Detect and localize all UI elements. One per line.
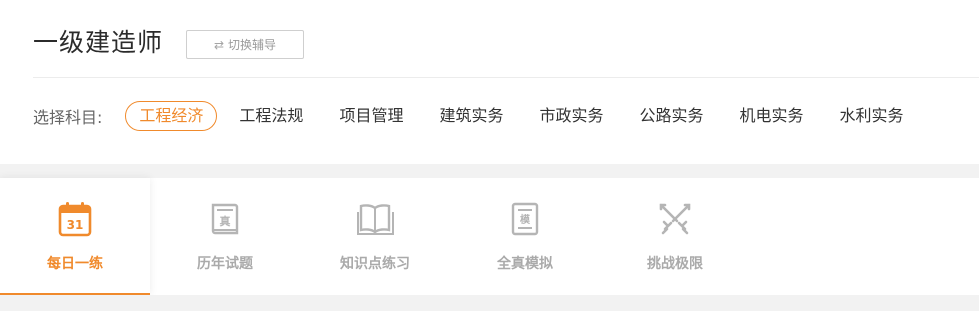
subject-selector-label: 选择科目:	[33, 108, 103, 127]
tab-mock-exam[interactable]: 模 全真模拟	[450, 178, 600, 295]
crossed-swords-icon	[655, 199, 695, 239]
tab-label: 挑战极限	[647, 256, 703, 272]
subject-tab-highway-practice[interactable]: 公路实务	[625, 101, 717, 131]
tab-label: 知识点练习	[340, 256, 410, 272]
open-book-icon	[355, 199, 395, 239]
tab-daily-practice[interactable]: 31 每日一练	[0, 178, 150, 295]
tab-label: 全真模拟	[497, 256, 553, 272]
tab-knowledge-practice[interactable]: 知识点练习	[300, 178, 450, 295]
swap-icon: ⇄	[213, 37, 225, 52]
page-title: 一级建造师	[33, 28, 164, 57]
tab-challenge[interactable]: 挑战极限	[600, 178, 750, 295]
subject-tab-electromechanical-practice[interactable]: 机电实务	[726, 101, 818, 131]
switch-course-button[interactable]: ⇄ 切换辅导	[186, 30, 304, 59]
subject-selector: 选择科目: 工程经济 工程法规 项目管理 建筑实务 市政实务 公路实务 机电实务…	[33, 100, 926, 132]
subject-tab-engineering-regulations[interactable]: 工程法规	[225, 101, 317, 131]
subject-tab-project-management[interactable]: 项目管理	[325, 101, 417, 131]
subject-tab-engineering-economics[interactable]: 工程经济	[125, 101, 218, 131]
course-header-card: 一级建造师 ⇄ 切换辅导 选择科目: 工程经济 工程法规 项目管理 建筑实务 市…	[0, 0, 979, 164]
exam-paper-icon: 模	[505, 199, 545, 239]
book-icon: 真	[205, 199, 245, 239]
svg-text:真: 真	[220, 214, 231, 228]
tab-past-exams[interactable]: 真 历年试题	[150, 178, 300, 295]
switch-course-label: 切换辅导	[228, 38, 277, 52]
practice-mode-tabs: 31 每日一练 真 历年试题 知识点练习 模 全真模拟 挑战极限	[0, 178, 979, 295]
subject-tab-water-conservancy-practice[interactable]: 水利实务	[826, 101, 918, 131]
svg-text:31: 31	[67, 218, 84, 232]
subject-tab-municipal-practice[interactable]: 市政实务	[525, 101, 617, 131]
calendar-icon: 31	[55, 199, 95, 239]
svg-text:模: 模	[520, 213, 531, 226]
subject-tab-building-practice[interactable]: 建筑实务	[425, 101, 517, 131]
divider	[33, 77, 979, 78]
tab-label: 每日一练	[47, 256, 103, 272]
tab-label: 历年试题	[197, 256, 253, 272]
content-area-top	[0, 295, 979, 311]
